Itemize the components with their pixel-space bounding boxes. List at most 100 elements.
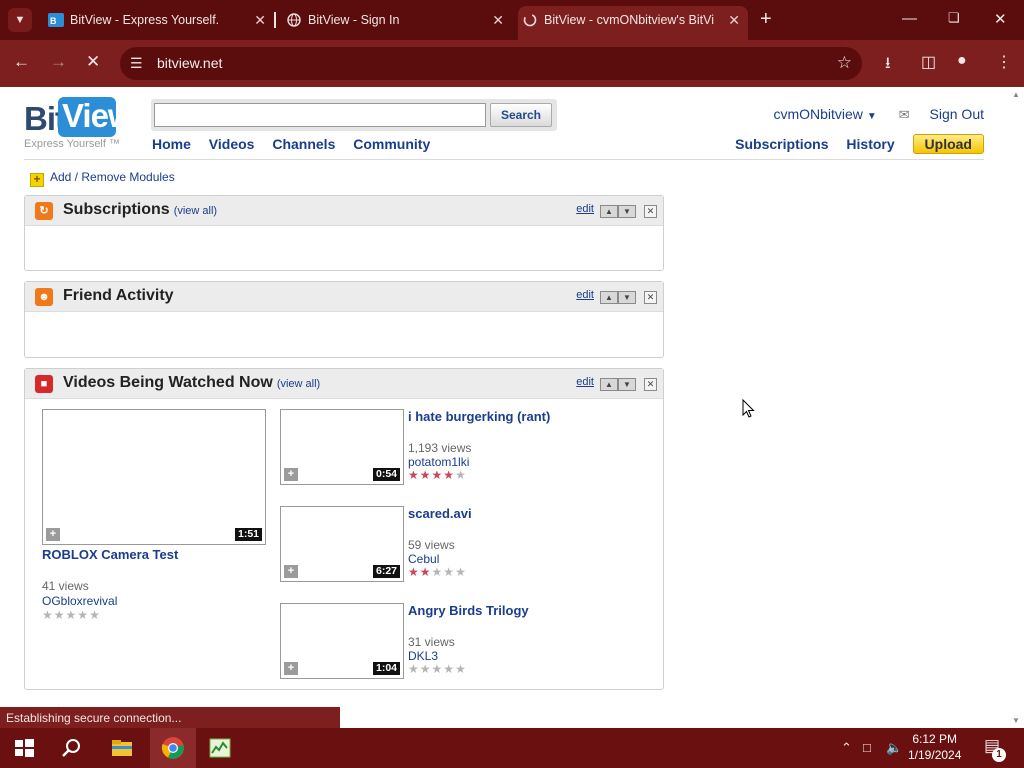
star-icon[interactable]: ★	[408, 468, 420, 482]
star-icon[interactable]: ★	[443, 565, 455, 579]
star-icon[interactable]: ★	[408, 565, 420, 579]
nav-channels[interactable]: Channels	[272, 136, 335, 152]
video-title[interactable]: i hate burgerking (rant)	[408, 409, 550, 424]
add-to-queue-icon[interactable]: +	[284, 468, 298, 481]
star-icon[interactable]: ★	[420, 565, 432, 579]
task-manager-icon[interactable]	[208, 736, 232, 760]
move-down-icon[interactable]: ▼	[618, 291, 636, 304]
add-to-queue-icon[interactable]: +	[46, 528, 60, 541]
move-down-icon[interactable]: ▼	[618, 205, 636, 218]
view-all-link[interactable]: (view all)	[277, 378, 320, 390]
video-thumbnail[interactable]: + 0:54	[280, 409, 404, 485]
video-uploader[interactable]: OGbloxrevival	[42, 594, 117, 608]
new-tab-button[interactable]: +	[760, 8, 778, 32]
scroll-up-icon[interactable]: ▲	[1012, 90, 1020, 99]
video-uploader[interactable]: DKL3	[408, 649, 438, 663]
close-icon[interactable]: ✕	[644, 205, 657, 218]
star-icon[interactable]: ★	[432, 565, 444, 579]
star-icon[interactable]: ★	[420, 468, 432, 482]
star-icon[interactable]: ★	[89, 608, 101, 622]
tab-bitview-signin[interactable]: BitView - Sign In ✕	[282, 6, 512, 40]
close-icon[interactable]: ✕	[492, 6, 504, 34]
file-explorer-icon[interactable]	[110, 736, 134, 760]
tab-search-button[interactable]: ▼	[8, 8, 32, 32]
subscriptions-link[interactable]: Subscriptions	[735, 136, 828, 152]
bookmark-star-icon[interactable]: ☆	[837, 53, 852, 73]
move-down-icon[interactable]: ▼	[618, 378, 636, 391]
video-thumbnail[interactable]: + 1:51	[42, 409, 266, 545]
windows-start-icon[interactable]	[12, 736, 36, 760]
upload-button[interactable]: Upload	[912, 134, 984, 154]
stop-loading-icon[interactable]: ✕	[86, 52, 100, 72]
forward-arrow-icon[interactable]: →	[50, 52, 67, 72]
video-title[interactable]: Angry Birds Trilogy	[408, 603, 529, 618]
address-bar[interactable]: ☰ bitview.net ☆	[120, 47, 862, 80]
video-thumbnail[interactable]: + 6:27	[280, 506, 404, 582]
add-to-queue-icon[interactable]: +	[284, 662, 298, 675]
close-icon[interactable]: ✕	[644, 291, 657, 304]
add-modules-link[interactable]: + Add / Remove Modules	[30, 170, 175, 187]
profile-icon[interactable]: ●	[957, 52, 967, 70]
edit-link[interactable]: edit	[576, 376, 594, 388]
move-up-icon[interactable]: ▲	[600, 205, 618, 218]
video-uploader[interactable]: potatom1lki	[408, 455, 469, 469]
back-arrow-icon[interactable]: ←	[13, 52, 30, 72]
nav-community[interactable]: Community	[353, 136, 430, 152]
close-icon[interactable]: ✕	[728, 6, 740, 34]
chevron-up-icon[interactable]: ⌃	[841, 740, 852, 756]
sign-out-link[interactable]: Sign Out	[930, 106, 984, 122]
more-menu-icon[interactable]: ⋮	[996, 52, 1012, 72]
star-icon[interactable]: ★	[455, 565, 467, 579]
speaker-muted-icon[interactable]: 🔈	[886, 740, 902, 756]
nav-videos[interactable]: Videos	[209, 136, 255, 152]
side-panel-icon[interactable]: ◫	[921, 52, 936, 72]
star-icon[interactable]: ★	[432, 662, 444, 676]
star-icon[interactable]: ★	[54, 608, 66, 622]
tab-bitview-channel[interactable]: BitView - cvmONbitview's BitVi ✕	[518, 6, 748, 40]
history-link[interactable]: History	[846, 136, 894, 152]
close-icon[interactable]: ✕	[254, 6, 266, 34]
site-settings-icon[interactable]: ☰	[130, 55, 143, 72]
move-up-icon[interactable]: ▲	[600, 378, 618, 391]
chrome-icon[interactable]	[161, 736, 185, 760]
video-duration: 1:51	[234, 528, 262, 541]
minimize-icon[interactable]: —	[902, 10, 917, 27]
video-title[interactable]: scared.avi	[408, 506, 472, 521]
star-icon[interactable]: ★	[66, 608, 78, 622]
video-uploader[interactable]: Cebul	[408, 552, 439, 566]
star-icon[interactable]: ★	[443, 662, 455, 676]
star-icon[interactable]: ★	[455, 468, 467, 482]
star-icon[interactable]: ★	[443, 468, 455, 482]
video-title[interactable]: ROBLOX Camera Test	[42, 547, 178, 562]
download-icon[interactable]: ⭳	[885, 52, 891, 79]
video-thumbnail[interactable]: + 1:04	[280, 603, 404, 679]
page-scrollbar[interactable]: ▲ ▼	[1008, 87, 1024, 728]
tab-bitview-express[interactable]: B BitView - Express Yourself. ✕	[44, 6, 274, 40]
move-up-icon[interactable]: ▲	[600, 291, 618, 304]
star-icon[interactable]: ★	[420, 662, 432, 676]
edit-link[interactable]: edit	[576, 289, 594, 301]
nav-home[interactable]: Home	[152, 136, 191, 152]
network-icon[interactable]: □	[863, 740, 871, 755]
scroll-down-icon[interactable]: ▼	[1012, 716, 1020, 725]
chevron-down-icon[interactable]: ▼	[867, 111, 877, 122]
search-icon[interactable]	[60, 736, 84, 760]
bitview-logo[interactable]: Bit View Express Yourself ™	[24, 96, 134, 150]
star-icon[interactable]: ★	[432, 468, 444, 482]
search-input[interactable]	[154, 103, 486, 127]
add-to-queue-icon[interactable]: +	[284, 565, 298, 578]
close-icon[interactable]: ✕	[644, 378, 657, 391]
star-icon[interactable]: ★	[408, 662, 420, 676]
restore-icon[interactable]: ❏	[948, 10, 960, 26]
window-close-icon[interactable]: ✕	[994, 10, 1007, 28]
star-icon[interactable]: ★	[42, 608, 54, 622]
search-button[interactable]: Search	[490, 103, 552, 127]
star-icon[interactable]: ★	[77, 608, 89, 622]
address-url[interactable]: bitview.net	[157, 55, 222, 71]
star-icon[interactable]: ★	[455, 662, 467, 676]
view-all-link[interactable]: (view all)	[174, 205, 217, 217]
edit-link[interactable]: edit	[576, 203, 594, 215]
username-dropdown[interactable]: cvmONbitview	[773, 106, 862, 122]
taskbar-clock[interactable]: 6:12 PM 1/19/2024	[908, 731, 961, 763]
mail-icon[interactable]: ✉	[899, 107, 910, 123]
